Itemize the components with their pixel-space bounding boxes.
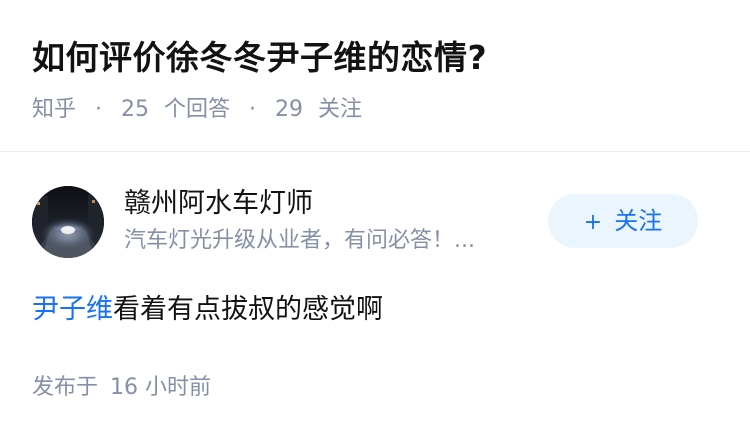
meta-separator: · bbox=[95, 97, 103, 122]
answer-count-label: 个回答 bbox=[164, 97, 231, 122]
meta-separator: · bbox=[249, 97, 257, 122]
topic-link[interactable]: 尹子维 bbox=[32, 294, 113, 325]
avatar-image bbox=[32, 186, 104, 258]
follower-count-label: 关注 bbox=[318, 97, 363, 122]
answer-count: 25 bbox=[121, 97, 150, 122]
author-name[interactable]: 赣州阿水车灯师 bbox=[124, 186, 313, 222]
author-avatar[interactable] bbox=[32, 186, 104, 258]
answer-content[interactable]: 尹子维看着有点拔叔的感觉啊 bbox=[32, 290, 383, 330]
publish-label: 发布于 bbox=[32, 375, 99, 400]
question-meta: 知乎 · 25 个回答 · 29 关注 bbox=[32, 94, 722, 126]
question-header: 如何评价徐冬冬尹子维的恋情? 知乎 · 25 个回答 · 29 关注 bbox=[32, 34, 722, 126]
answer-author: 赣州阿水车灯师 汽车灯光升级从业者，有问必答！... + 关注 bbox=[32, 184, 718, 260]
author-bio: 汽车灯光升级从业者，有问必答！... bbox=[124, 228, 475, 253]
question-title[interactable]: 如何评价徐冬冬尹子维的恋情? bbox=[32, 34, 722, 82]
platform-name[interactable]: 知乎 bbox=[32, 97, 76, 122]
follow-button[interactable]: + 关注 bbox=[548, 194, 698, 248]
answer-time: 发布于 16 小时前 bbox=[32, 372, 211, 404]
follower-count: 29 bbox=[275, 97, 304, 122]
follow-button-label: 关注 bbox=[614, 207, 663, 235]
section-divider bbox=[0, 151, 750, 152]
plus-icon: + bbox=[583, 210, 603, 235]
answer-text: 看着有点拔叔的感觉啊 bbox=[113, 294, 383, 325]
publish-time: 16 小时前 bbox=[110, 375, 212, 400]
